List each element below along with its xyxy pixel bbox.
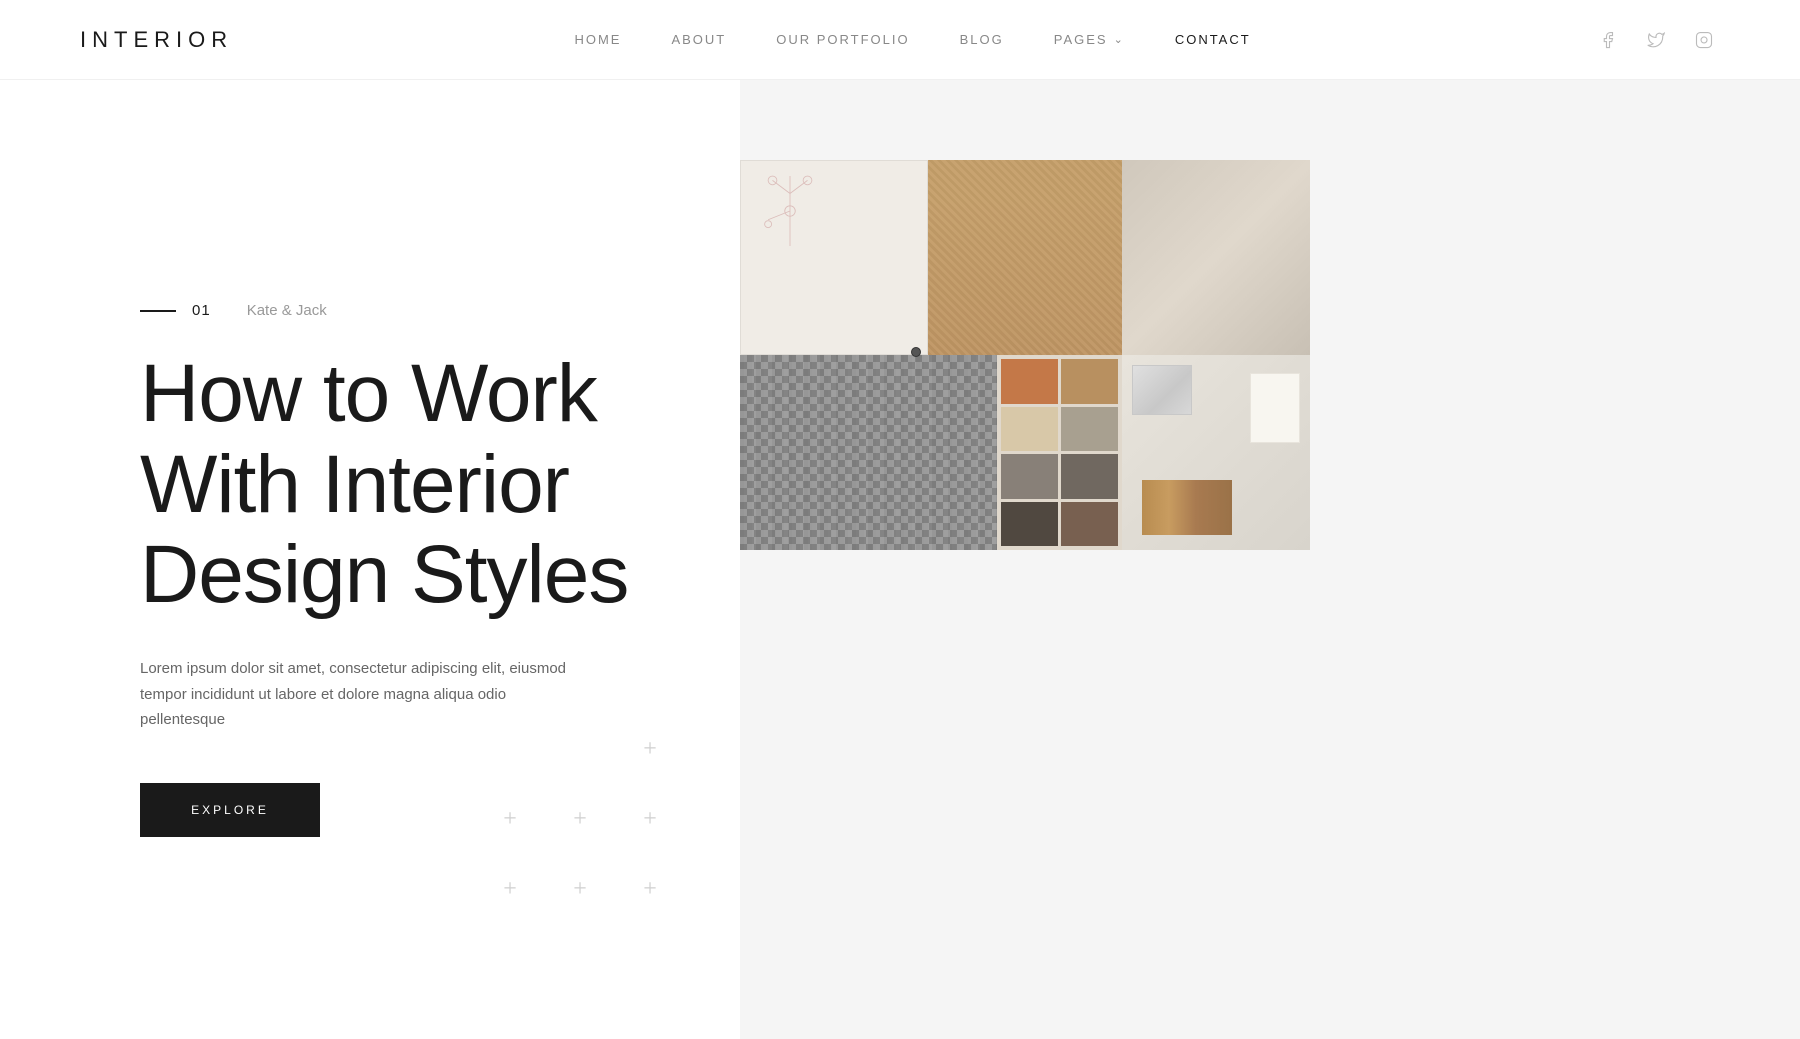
plus-decoration: + bbox=[620, 719, 680, 779]
plus-decoration: + bbox=[620, 859, 680, 919]
hero-image bbox=[740, 160, 1310, 550]
hero-image-composite bbox=[740, 160, 1310, 550]
hero-title: How to Work With Interior Design Styles bbox=[140, 349, 660, 620]
chip-dark bbox=[1001, 502, 1058, 547]
slide-indicator: 01 Kate & Jack bbox=[140, 302, 660, 319]
social-links bbox=[1592, 24, 1720, 56]
slide-author: Kate & Jack bbox=[247, 302, 327, 319]
main-content: 01 Kate & Jack How to Work With Interior… bbox=[0, 80, 1800, 1039]
swatch-brown-textile bbox=[928, 160, 1122, 355]
nav-blog[interactable]: BLOG bbox=[960, 32, 1004, 47]
swatch-checkered bbox=[740, 355, 997, 550]
instagram-icon[interactable] bbox=[1688, 24, 1720, 56]
chip-tan bbox=[1061, 359, 1118, 404]
plus-decoration: + bbox=[480, 789, 540, 849]
plus-decoration bbox=[550, 719, 610, 779]
nav-contact[interactable]: CONTACT bbox=[1175, 32, 1251, 47]
facebook-icon[interactable] bbox=[1592, 24, 1624, 56]
chip-grey1 bbox=[1061, 407, 1118, 452]
color-palette-chips bbox=[997, 355, 1122, 550]
nav-portfolio[interactable]: OUR PORTFOLIO bbox=[776, 32, 909, 47]
chip-grey3 bbox=[1061, 454, 1118, 499]
plus-decoration: + bbox=[480, 859, 540, 919]
nav-pages[interactable]: PAGES ⌄ bbox=[1054, 32, 1125, 47]
nav-home[interactable]: HOME bbox=[574, 32, 621, 47]
decorative-plus-grid: + + + + + + + bbox=[480, 719, 680, 919]
chip-grey2 bbox=[1001, 454, 1058, 499]
hero-right-panel bbox=[740, 80, 1800, 1039]
swatch-grey-textile bbox=[1122, 160, 1310, 355]
header: INTERIOR HOME ABOUT OUR PORTFOLIO BLOG P… bbox=[0, 0, 1800, 80]
plus-decoration: + bbox=[620, 789, 680, 849]
nav-about[interactable]: ABOUT bbox=[671, 32, 726, 47]
plus-decoration: + bbox=[550, 859, 610, 919]
twitter-icon[interactable] bbox=[1640, 24, 1672, 56]
marble-sample bbox=[1132, 365, 1192, 415]
white-card-sample bbox=[1250, 373, 1300, 443]
swatch-white-fabric bbox=[740, 160, 928, 355]
swatch-materials bbox=[1122, 355, 1310, 550]
wood-sample bbox=[1142, 480, 1232, 535]
slide-number: 01 bbox=[192, 302, 211, 319]
chip-orange bbox=[1001, 359, 1058, 404]
slide-line-decoration bbox=[140, 310, 176, 312]
plus-decoration: + bbox=[550, 789, 610, 849]
plus-decoration bbox=[480, 719, 540, 779]
chip-brown bbox=[1061, 502, 1118, 547]
navigation: HOME ABOUT OUR PORTFOLIO BLOG PAGES ⌄ CO… bbox=[574, 32, 1250, 47]
floral-art bbox=[755, 171, 825, 251]
chevron-down-icon: ⌄ bbox=[1114, 33, 1125, 46]
logo[interactable]: INTERIOR bbox=[80, 27, 233, 53]
explore-button[interactable]: EXPLORE bbox=[140, 783, 320, 837]
hero-left-panel: 01 Kate & Jack How to Work With Interior… bbox=[0, 80, 740, 1039]
chip-cream bbox=[1001, 407, 1058, 452]
